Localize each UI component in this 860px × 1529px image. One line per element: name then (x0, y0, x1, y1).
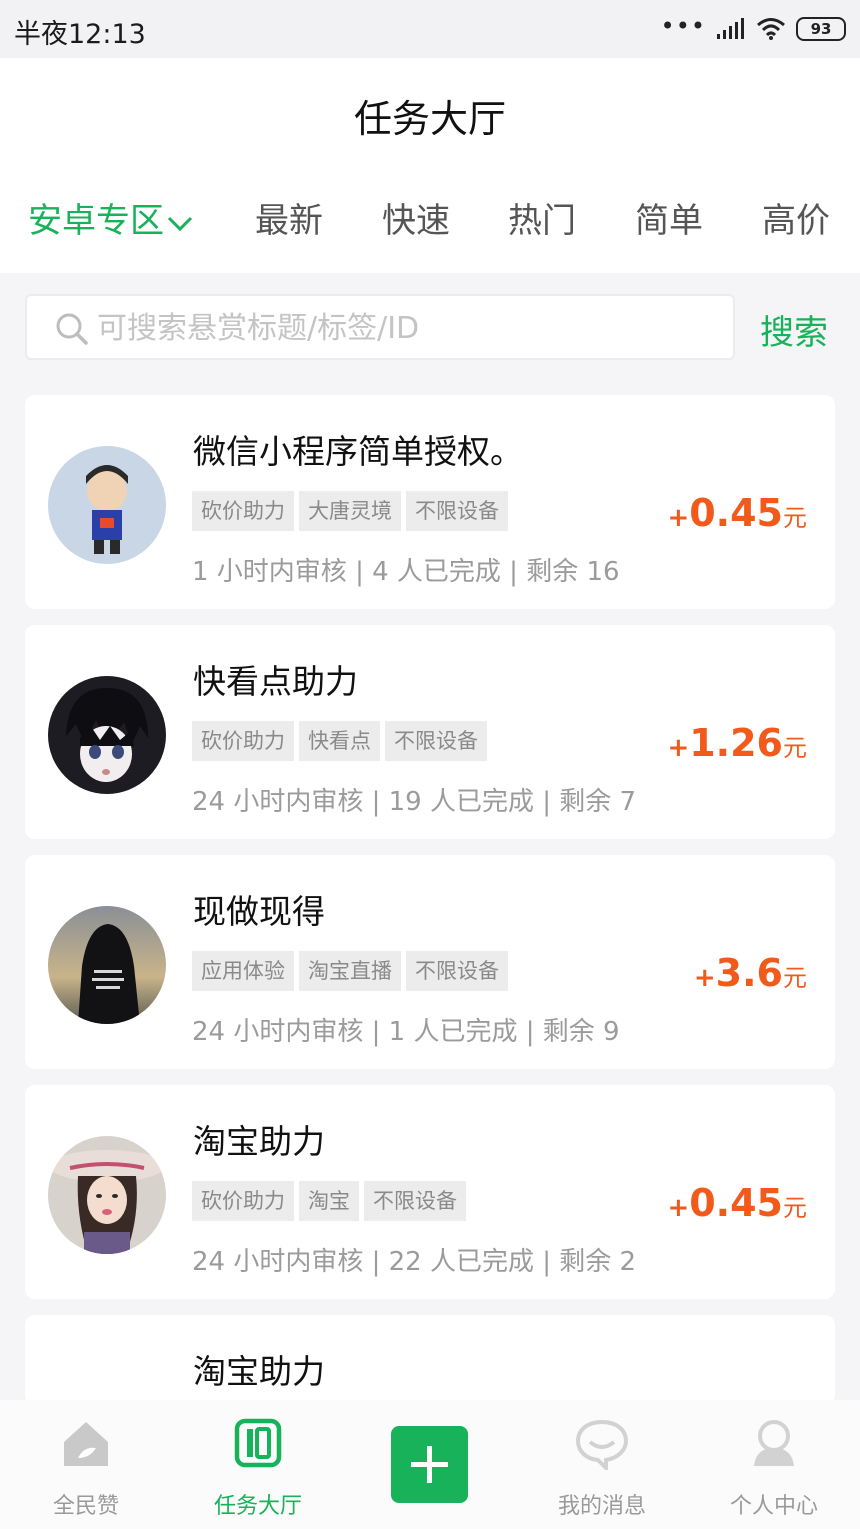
task-title: 淘宝助力 (193, 1122, 325, 1161)
status-icons: ••• 93 (661, 14, 846, 44)
nav-messages[interactable]: 我的消息 (516, 1400, 688, 1529)
task-meta: 1 小时内审核 | 4 人已完成 | 剩余 16 (192, 557, 620, 587)
publish-task-button[interactable] (391, 1426, 468, 1503)
bottom-nav: 全民赞 任务大厅 我的消息 个人中心 (0, 1400, 860, 1529)
tab-high-price[interactable]: 高价 (762, 193, 830, 242)
task-tag: 快看点 (299, 721, 380, 761)
reward-amount: 0.45 (689, 491, 783, 535)
tab-label: 安卓专区 (28, 201, 164, 241)
task-title: 淘宝助力 (193, 1352, 325, 1391)
task-tag: 不限设备 (385, 721, 487, 761)
search-row: 搜索 (0, 273, 860, 373)
task-tag: 不限设备 (406, 491, 508, 531)
search-box (25, 294, 735, 360)
plus-icon (411, 1446, 448, 1483)
reward-amount: 3.6 (715, 951, 783, 995)
task-card[interactable]: 淘宝助力 砍价助力 淘宝 不限设备 24 小时内审核 | 22 人已完成 | 剩… (25, 1085, 835, 1299)
reward-sign: + (693, 963, 716, 993)
status-bar: 半夜12:13 ••• 93 (0, 0, 860, 58)
task-tag: 砍价助力 (192, 721, 294, 761)
search-input[interactable] (97, 304, 717, 352)
task-card[interactable]: 微信小程序简单授权。 砍价助力 大唐灵境 不限设备 1 小时内审核 | 4 人已… (25, 395, 835, 609)
search-button[interactable]: 搜索 (760, 305, 828, 354)
task-reward: +1.26 元 (667, 721, 807, 765)
home-icon (64, 1422, 108, 1466)
reward-unit: 元 (783, 1194, 807, 1222)
task-hall-icon (234, 1418, 282, 1468)
avatar (48, 906, 166, 1024)
task-tag: 大唐灵境 (299, 491, 401, 531)
search-icon (56, 313, 88, 345)
avatar (48, 1136, 166, 1254)
more-dots-icon: ••• (660, 12, 706, 40)
tab-latest[interactable]: 最新 (255, 193, 323, 242)
task-reward: +0.45 元 (667, 1181, 807, 1225)
header: 任务大厅 安卓专区 最新 快速 热门 简单 高价 (0, 58, 860, 273)
tab-hot[interactable]: 热门 (508, 193, 576, 242)
nav-label: 我的消息 (557, 1494, 646, 1519)
task-tag: 砍价助力 (192, 491, 294, 531)
task-tag: 不限设备 (406, 951, 508, 991)
reward-amount: 1.26 (689, 721, 783, 765)
status-time: 半夜12:13 (14, 19, 146, 50)
task-reward: +3.6 元 (694, 951, 807, 995)
reward-sign: + (667, 733, 690, 763)
category-tabs: 安卓专区 最新 快速 热门 简单 高价 (0, 193, 860, 253)
task-title: 现做现得 (193, 892, 325, 931)
avatar (48, 676, 166, 794)
task-title: 快看点助力 (193, 662, 358, 701)
chevron-down-icon (167, 216, 193, 231)
chat-bubble-icon (575, 1419, 629, 1470)
page-title: 任务大厅 (353, 97, 506, 141)
nav-label: 任务大厅 (213, 1494, 302, 1519)
task-tag: 淘宝直播 (299, 951, 401, 991)
reward-amount: 0.45 (689, 1181, 783, 1225)
task-meta: 24 小时内审核 | 22 人已完成 | 剩余 2 (192, 1247, 637, 1277)
task-meta: 24 小时内审核 | 1 人已完成 | 剩余 9 (192, 1017, 620, 1047)
nav-home[interactable]: 全民赞 (0, 1400, 172, 1529)
reward-unit: 元 (783, 964, 807, 992)
task-tag: 淘宝 (299, 1181, 359, 1221)
nav-label: 全民赞 (52, 1494, 119, 1519)
task-tag: 砍价助力 (192, 1181, 294, 1221)
nav-label: 个人中心 (729, 1494, 818, 1519)
task-tags: 砍价助力 大唐灵境 不限设备 (192, 491, 508, 531)
nav-profile[interactable]: 个人中心 (688, 1400, 860, 1529)
signal-icon (717, 18, 744, 39)
avatar (48, 446, 166, 564)
task-title: 微信小程序简单授权。 (193, 432, 523, 471)
tab-fast[interactable]: 快速 (382, 193, 450, 242)
user-icon (754, 1420, 794, 1466)
task-meta: 24 小时内审核 | 19 人已完成 | 剩余 7 (192, 787, 637, 817)
task-tags: 砍价助力 淘宝 不限设备 (192, 1181, 466, 1221)
wifi-icon (757, 18, 785, 40)
nav-task-hall[interactable]: 任务大厅 (172, 1400, 344, 1529)
tab-simple[interactable]: 简单 (635, 193, 703, 242)
task-tag: 不限设备 (364, 1181, 466, 1221)
reward-sign: + (667, 1193, 690, 1223)
reward-sign: + (667, 503, 690, 533)
task-tags: 砍价助力 快看点 不限设备 (192, 721, 487, 761)
reward-unit: 元 (783, 734, 807, 762)
task-reward: +0.45 元 (667, 491, 807, 535)
battery-icon: 93 (796, 17, 846, 41)
task-card[interactable]: 淘宝助力 (25, 1315, 835, 1406)
task-tag: 应用体验 (192, 951, 294, 991)
tab-android-zone[interactable]: 安卓专区 (28, 193, 194, 242)
reward-unit: 元 (783, 504, 807, 532)
task-tags: 应用体验 淘宝直播 不限设备 (192, 951, 508, 991)
task-card[interactable]: 现做现得 应用体验 淘宝直播 不限设备 24 小时内审核 | 1 人已完成 | … (25, 855, 835, 1069)
task-card[interactable]: 快看点助力 砍价助力 快看点 不限设备 24 小时内审核 | 19 人已完成 |… (25, 625, 835, 839)
